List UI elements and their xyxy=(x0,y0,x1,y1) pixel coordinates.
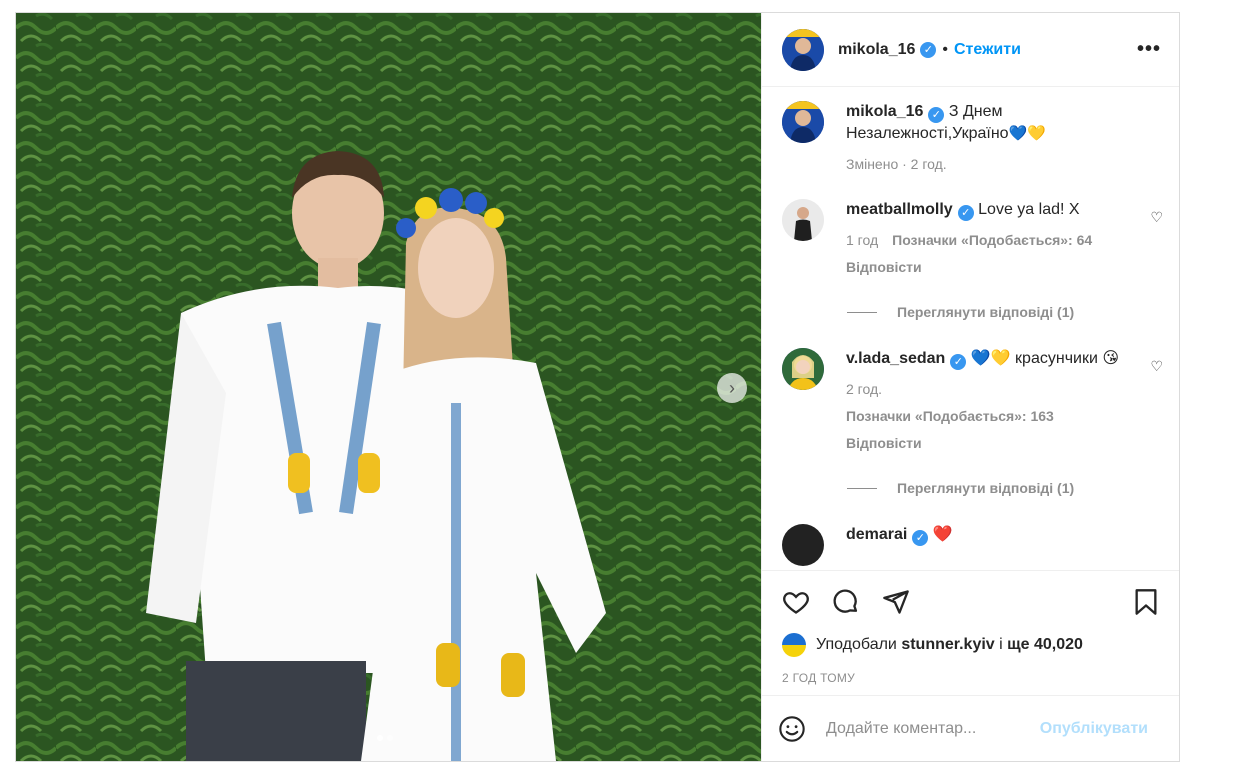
actions-bar: Уподобали stunner.kyiv і ще 40,020 2 ГОД… xyxy=(762,570,1179,695)
post-sidebar: mikola_16 ✓ • Стежити ••• mikola_16 ✓ З … xyxy=(761,13,1179,761)
view-replies-button[interactable]: Переглянути відповіді (1) xyxy=(847,480,1163,496)
comment-like-icon[interactable]: ♡ xyxy=(1150,358,1163,375)
avatar[interactable] xyxy=(782,348,824,390)
likes-summary: Уподобали stunner.kyiv і ще 40,020 xyxy=(782,633,1159,657)
comment-text: ❤️ xyxy=(932,526,953,543)
reply-button[interactable]: Відповісти xyxy=(846,432,1137,454)
verified-icon: ✓ xyxy=(950,354,967,370)
avatar-image xyxy=(782,101,824,143)
avatar[interactable] xyxy=(782,28,824,71)
like-icon[interactable] xyxy=(782,588,810,616)
liked-prefix: Уподобали xyxy=(816,636,897,653)
carousel-dots xyxy=(377,735,393,741)
caption-emoji: 💙💛 xyxy=(1008,125,1046,142)
comment-icon[interactable] xyxy=(832,588,860,616)
action-icons xyxy=(782,585,1159,619)
add-comment-bar: Опублікувати xyxy=(762,695,1179,761)
comment-body: meatballmolly ✓ Love ya lad! X 1 год Позн… xyxy=(846,199,1163,278)
replies-line xyxy=(847,311,877,313)
avatar-image xyxy=(782,199,824,241)
carousel-dot-2 xyxy=(387,735,393,741)
post-header: mikola_16 ✓ • Стежити ••• xyxy=(762,13,1179,87)
view-replies-button[interactable]: Переглянути відповіді (1) xyxy=(847,304,1163,320)
comment-row: v.lada_sedan ✓ 💙💛 красунчики 😘 2 год. Поз… xyxy=(782,348,1163,454)
follow-button[interactable]: Стежити xyxy=(954,41,1021,59)
avatar[interactable] xyxy=(782,101,824,143)
verified-icon: ✓ xyxy=(912,530,929,546)
comment-meta: 1 год Позначки «Подобається»: 64 xyxy=(846,229,1137,251)
post-card: › mikola_16 ✓ • Стежити ••• mikola_16 ✓ … xyxy=(15,12,1180,762)
verified-icon: ✓ xyxy=(957,205,974,221)
carousel-dot-1 xyxy=(377,735,383,741)
comment-row: demarai ✓ ❤️ xyxy=(782,524,1163,566)
comment-text: 💙💛 красунчики 😘 xyxy=(970,350,1120,367)
more-options-icon[interactable]: ••• xyxy=(1137,38,1161,61)
comment-username[interactable]: meatballmolly xyxy=(846,201,953,218)
comment-input[interactable] xyxy=(826,719,1040,738)
publish-button[interactable]: Опублікувати xyxy=(1040,720,1148,738)
reply-button[interactable]: Відповісти xyxy=(846,256,1137,278)
post-photo[interactable]: › xyxy=(16,13,761,761)
verified-icon: ✓ xyxy=(920,41,937,58)
avatar[interactable] xyxy=(782,524,824,566)
comment-username[interactable]: demarai xyxy=(846,526,907,543)
caption-meta: Змінено · 2 год. xyxy=(846,153,1137,175)
comment-like-icon[interactable]: ♡ xyxy=(1150,209,1163,226)
avatar[interactable] xyxy=(782,199,824,241)
verified-icon: ✓ xyxy=(928,107,945,123)
view-replies-label: Переглянути відповіді (1) xyxy=(897,480,1075,496)
liked-suffix: і xyxy=(999,636,1003,653)
comments-list[interactable]: mikola_16 ✓ З Днем Незалежності,Україно💙💛… xyxy=(762,87,1179,570)
caption-username[interactable]: mikola_16 xyxy=(846,103,923,120)
replies-line xyxy=(847,487,877,489)
comment-username[interactable]: v.lada_sedan xyxy=(846,350,945,367)
caption-edited: Змінено · 2 год. xyxy=(846,156,947,172)
view-replies-label: Переглянути відповіді (1) xyxy=(897,304,1075,320)
comment-likes[interactable]: Позначки «Подобається»: 163 xyxy=(846,405,1137,427)
photo-scene xyxy=(16,13,761,761)
header-username[interactable]: mikola_16 xyxy=(838,41,915,59)
comment-body: demarai ✓ ❤️ xyxy=(846,524,1163,546)
carousel-next-button[interactable]: › xyxy=(717,373,747,403)
comment-time: 2 год. xyxy=(846,381,883,397)
liked-user[interactable]: stunner.kyiv xyxy=(901,636,994,654)
separator-dot: • xyxy=(942,40,948,58)
avatar-image xyxy=(782,348,824,390)
comment-body: v.lada_sedan ✓ 💙💛 красунчики 😘 2 год. Поз… xyxy=(846,348,1163,454)
save-icon[interactable] xyxy=(1133,588,1159,616)
liker-avatar[interactable] xyxy=(782,633,806,657)
caption-row: mikola_16 ✓ З Днем Незалежності,Україно💙💛… xyxy=(782,101,1163,175)
liked-count[interactable]: ще 40,020 xyxy=(1007,636,1083,654)
comment-time: 1 год xyxy=(846,232,879,248)
caption-body: mikola_16 ✓ З Днем Незалежності,Україно💙💛… xyxy=(846,101,1163,175)
comment-meta: 2 год. xyxy=(846,378,1137,400)
emoji-icon[interactable] xyxy=(778,715,806,743)
comment-row: meatballmolly ✓ Love ya lad! X 1 год Позн… xyxy=(782,199,1163,278)
share-icon[interactable] xyxy=(882,588,910,616)
post-time[interactable]: 2 ГОД ТОМУ xyxy=(782,671,1159,685)
comment-likes[interactable]: Позначки «Подобається»: 64 xyxy=(892,229,1092,251)
comment-text: Love ya lad! X xyxy=(978,201,1080,218)
avatar-image xyxy=(782,28,824,71)
